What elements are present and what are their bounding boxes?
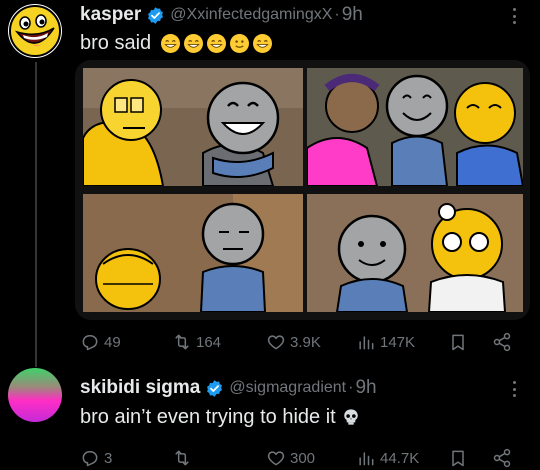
views-count: 44.7K [380, 449, 420, 467]
retweet-count: 164 [196, 333, 222, 351]
reply-text-content: bro ain’t even trying to hide it [80, 405, 336, 428]
comic-panel [307, 68, 523, 186]
display-name[interactable]: kasper [80, 4, 141, 26]
grinning-face-icon [207, 33, 227, 53]
views-count: 147K [380, 333, 416, 351]
tweet-text-content: bro said [80, 31, 152, 54]
separator-dot: · [348, 379, 354, 396]
handle[interactable]: @XxinfectedgamingxX [170, 6, 332, 24]
bookmark-icon [452, 450, 464, 467]
share-icon [493, 448, 511, 468]
grinning-face-icon [253, 33, 273, 53]
reply-count: 49 [104, 333, 121, 351]
share-icon [493, 332, 511, 352]
avatar[interactable] [8, 368, 62, 422]
grinning-face-icon [184, 33, 204, 53]
bookmark-button[interactable] [448, 448, 472, 468]
grinning-face-icon [161, 33, 181, 53]
display-name[interactable]: skibidi sigma [80, 377, 200, 399]
share-button[interactable] [492, 332, 516, 352]
comic-panel [307, 194, 523, 312]
awesome-face-avatar-icon [9, 5, 61, 57]
heart-icon [267, 335, 285, 350]
tweet-text: bro said [80, 30, 273, 56]
retweet-icon [175, 334, 189, 350]
reply-header: skibidi sigma @sigmagradient · 9h [80, 376, 377, 400]
reply-icon [82, 335, 98, 351]
views-chart-icon [359, 452, 374, 466]
reply-button[interactable]: 49 [80, 332, 121, 352]
reply-button[interactable]: 3 [80, 448, 112, 468]
bookmark-icon [452, 334, 464, 351]
timestamp[interactable]: 9h [355, 377, 376, 399]
handle[interactable]: @sigmagradient [229, 379, 346, 397]
avatar[interactable] [8, 4, 62, 58]
views-chart-icon [359, 336, 374, 350]
bookmark-button[interactable] [448, 332, 472, 352]
like-button[interactable]: 3.9K [266, 332, 321, 352]
tweet-header: kasper @XxinfectedgamingxX · 9h [80, 3, 363, 27]
reply-icon [82, 451, 98, 467]
separator-dot: · [334, 6, 340, 23]
comic-panel [83, 194, 303, 312]
retweet-icon [175, 450, 189, 466]
retweet-button[interactable] [172, 448, 196, 468]
reply-count: 3 [104, 449, 113, 467]
like-count: 300 [290, 449, 316, 467]
views-button[interactable]: 44.7K [356, 448, 419, 468]
tweet-media-image[interactable] [75, 60, 530, 320]
more-options-icon[interactable] [506, 6, 522, 26]
comic-panel [83, 68, 303, 186]
reply-text: bro ain’t even trying to hide it [80, 404, 360, 430]
thread-connector-line [35, 62, 37, 367]
like-count: 3.9K [290, 333, 321, 351]
like-button[interactable]: 300 [266, 448, 315, 468]
verified-badge-icon [148, 6, 164, 24]
skull-icon [343, 409, 358, 425]
views-button[interactable]: 147K [356, 332, 415, 352]
retweet-button[interactable]: 164 [172, 332, 221, 352]
more-options-icon[interactable] [506, 379, 522, 399]
smiling-face-icon [230, 33, 250, 53]
timestamp[interactable]: 9h [342, 4, 363, 26]
verified-badge-icon [207, 379, 223, 397]
heart-icon [267, 451, 285, 466]
share-button[interactable] [492, 448, 516, 468]
